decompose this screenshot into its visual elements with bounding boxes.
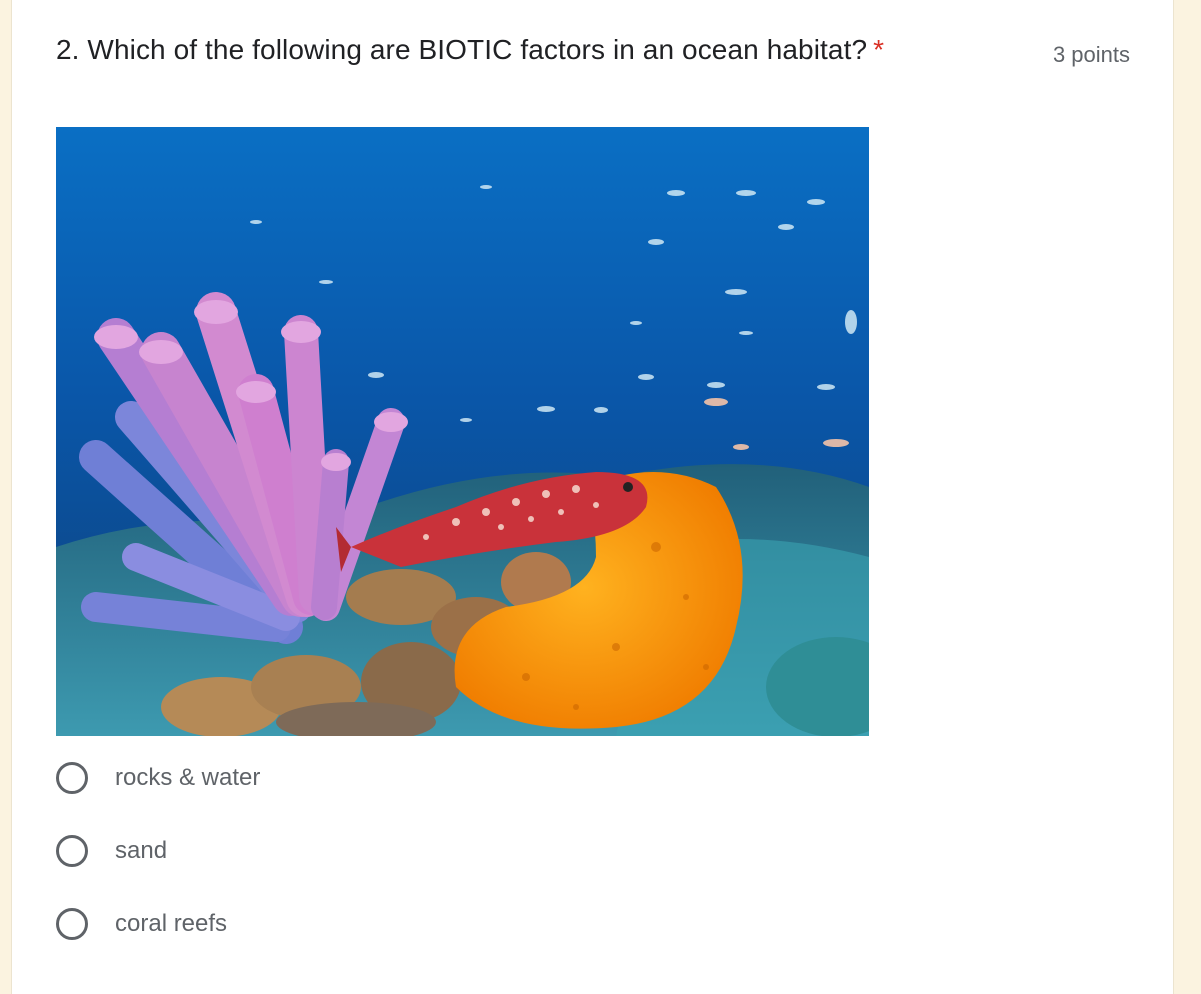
- question-image: [56, 127, 869, 736]
- radio-button[interactable]: [56, 908, 88, 940]
- radio-button[interactable]: [56, 835, 88, 867]
- ocean-coral-reef-photo: [56, 127, 869, 736]
- question-title: 2. Which of the following are BIOTIC fac…: [56, 34, 884, 66]
- option-rocks-water[interactable]: rocks & water: [56, 758, 260, 798]
- question-card: 2. Which of the following are BIOTIC fac…: [11, 0, 1174, 994]
- points-label: 3 points: [1052, 42, 1130, 67]
- option-label: rocks & water: [115, 764, 261, 791]
- radio-button[interactable]: [56, 762, 88, 794]
- required-asterisk: *: [873, 34, 885, 65]
- option-sand[interactable]: sand: [56, 831, 167, 871]
- option-label: coral reefs: [115, 910, 228, 937]
- question-text: 2. Which of the following are BIOTIC fac…: [56, 34, 868, 65]
- option-label: sand: [115, 837, 168, 864]
- option-coral-reefs[interactable]: coral reefs: [56, 904, 227, 944]
